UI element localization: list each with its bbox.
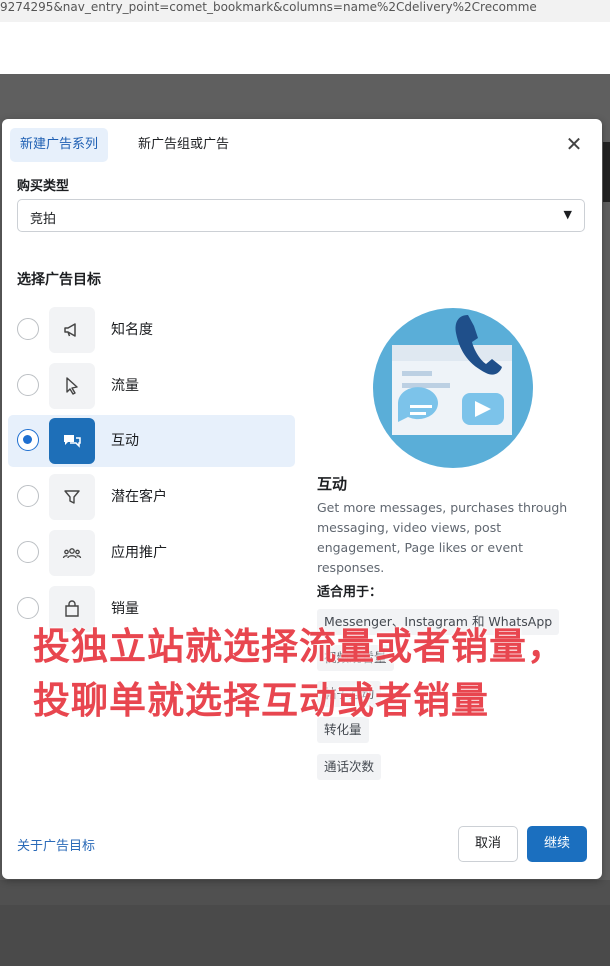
objective-option-leads[interactable]: 潜在客户 bbox=[8, 471, 295, 523]
people-icon bbox=[62, 548, 82, 559]
objective-icon-box bbox=[49, 418, 95, 464]
megaphone-icon bbox=[64, 323, 76, 337]
radio-button[interactable] bbox=[17, 541, 39, 563]
objective-label: 流量 bbox=[111, 378, 139, 394]
buy-type-select[interactable]: 竞拍 ▼ bbox=[17, 199, 585, 232]
close-icon[interactable]: ✕ bbox=[562, 132, 586, 156]
annotation-overlay-text: 投独立站就选择流量或者销量，投聊单就选择互动或者销量 bbox=[33, 625, 565, 722]
filter-icon bbox=[64, 490, 80, 504]
page-background-top bbox=[0, 22, 610, 74]
chat-bubbles-icon bbox=[64, 435, 81, 448]
objective-option-engagement[interactable]: 互动 bbox=[8, 415, 295, 467]
objective-label: 销量 bbox=[111, 601, 139, 617]
cancel-button[interactable]: 取消 bbox=[458, 826, 518, 862]
radio-button[interactable] bbox=[17, 374, 39, 396]
objective-option-traffic[interactable]: 流量 bbox=[8, 360, 295, 412]
objective-title: 选择广告目标 bbox=[17, 272, 101, 288]
cursor-icon bbox=[66, 377, 78, 395]
objective-label: 知名度 bbox=[111, 322, 153, 338]
buy-type-label: 购买类型 bbox=[17, 179, 70, 194]
url-text: 9274295&nav_entry_point=comet_bookmark&c… bbox=[0, 0, 537, 14]
radio-button[interactable] bbox=[17, 485, 39, 507]
tab-new-adset-or-ad[interactable]: 新广告组或广告 bbox=[128, 128, 239, 162]
continue-button[interactable]: 继续 bbox=[527, 826, 587, 862]
objective-option-awareness[interactable]: 知名度 bbox=[8, 304, 295, 356]
browser-url-bar[interactable]: 9274295&nav_entry_point=comet_bookmark&c… bbox=[0, 0, 610, 23]
suitable-for-label: 适合用于： bbox=[317, 585, 383, 600]
page-background-bottom-2 bbox=[0, 905, 610, 966]
objective-icon-box bbox=[49, 363, 95, 409]
radio-button-selected[interactable] bbox=[17, 429, 39, 451]
caret-down-icon: ▼ bbox=[563, 208, 572, 221]
engagement-illustration bbox=[373, 308, 533, 468]
objective-detail-description: Get more messages, purchases through mes… bbox=[317, 500, 568, 575]
tab-new-campaign[interactable]: 新建广告系列 bbox=[10, 128, 109, 162]
shopping-bag-icon bbox=[65, 600, 79, 617]
buy-type-value: 竞拍 bbox=[30, 212, 57, 227]
objective-option-app-promotion[interactable]: 应用推广 bbox=[8, 527, 295, 579]
objective-label: 互动 bbox=[111, 433, 139, 449]
radio-button[interactable] bbox=[17, 318, 39, 340]
objective-icon-box bbox=[49, 530, 95, 576]
suitable-chip: 通话次数 bbox=[317, 754, 382, 780]
objective-label: 应用推广 bbox=[111, 545, 167, 561]
create-campaign-dialog: 新建广告系列 新广告组或广告 ✕ 购买类型 竞拍 ▼ 选择广告目标 知名度 流量… bbox=[2, 119, 602, 879]
objective-detail-title: 互动 bbox=[317, 475, 348, 493]
radio-button[interactable] bbox=[17, 597, 39, 619]
page-edge bbox=[603, 142, 610, 202]
objective-label: 潜在客户 bbox=[111, 489, 167, 505]
objective-icon-box bbox=[49, 474, 95, 520]
objective-icon-box bbox=[49, 307, 95, 353]
about-objectives-link[interactable]: 关于广告目标 bbox=[17, 835, 95, 854]
